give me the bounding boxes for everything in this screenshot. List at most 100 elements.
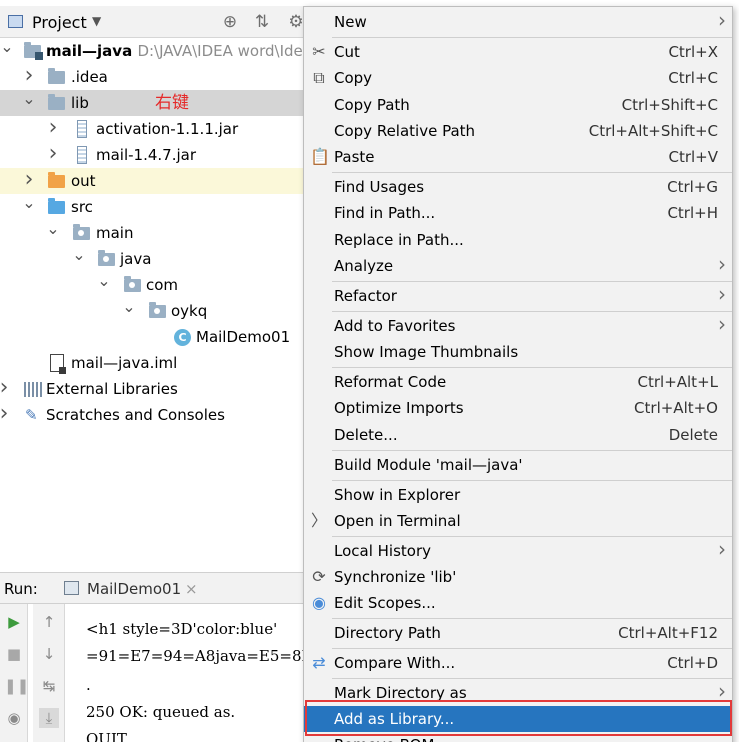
menu-item-copy-relative-path[interactable]: Copy Relative Path Ctrl+Alt+Shift+C — [304, 118, 732, 144]
menu-label: Reformat Code — [334, 373, 447, 391]
menu-shortcut: Ctrl+Alt+O — [634, 399, 718, 417]
tree-label-maildemo01: MailDemo01 — [196, 328, 291, 346]
folder-icon — [48, 68, 65, 84]
menu-item-show-image-thumbnails[interactable]: Show Image Thumbnails — [304, 339, 732, 365]
run-tab-maildemo01[interactable]: MailDemo01 × — [50, 573, 210, 604]
scissors-icon: ✂ — [312, 42, 326, 61]
menu-label: Show in Explorer — [334, 486, 461, 504]
run-label: Run: — [4, 580, 38, 598]
menu-item-new[interactable]: New › — [304, 8, 732, 35]
menu-item-copy-path[interactable]: Copy Path Ctrl+Shift+C — [304, 92, 732, 118]
arrow-up-icon[interactable]: ↑ — [39, 612, 59, 632]
menu-shortcut: Ctrl+D — [667, 654, 718, 672]
menu-item-find-usages[interactable]: Find Usages Ctrl+G — [304, 174, 732, 200]
menu-item-refactor[interactable]: Refactor › — [304, 282, 732, 309]
menu-shortcut: Delete — [668, 426, 718, 444]
menu-item-find-in-path[interactable]: Find in Path... Ctrl+H — [304, 200, 732, 226]
tree-row-maildemo01[interactable]: C MailDemo01 — [0, 324, 303, 350]
menu-item-directory-path[interactable]: Directory Path Ctrl+Alt+F12 — [304, 620, 732, 646]
chevron-down-icon[interactable] — [22, 86, 36, 112]
menu-label: Open in Terminal — [334, 512, 461, 530]
scroll-to-end-icon[interactable]: ⤓ — [39, 708, 59, 728]
menu-item-analyze[interactable]: Analyze › — [304, 252, 732, 279]
menu-label: Copy Path — [334, 96, 410, 114]
chevron-down-icon[interactable]: ▼ — [92, 14, 101, 28]
project-view-title[interactable]: Project — [32, 13, 87, 32]
menu-item-copy[interactable]: ⧉ Copy Ctrl+C — [304, 65, 732, 91]
tree-row-out[interactable]: out — [0, 168, 303, 194]
chevron-down-icon[interactable] — [0, 34, 14, 60]
console-line: . — [86, 676, 91, 694]
terminal-icon: 〉 — [310, 511, 327, 530]
menu-item-open-in-terminal[interactable]: 〉 Open in Terminal — [304, 508, 732, 534]
chevron-right-icon: › — [718, 252, 726, 276]
tree-label-com: com — [146, 276, 179, 294]
menu-item-replace-in-path[interactable]: Replace in Path... — [304, 227, 732, 253]
chevron-down-icon[interactable] — [46, 216, 60, 242]
menu-item-synchronize[interactable]: ⟳ Synchronize 'lib' — [304, 564, 732, 590]
tree-row-lib[interactable]: lib — [0, 90, 303, 116]
chevron-down-icon[interactable] — [97, 268, 111, 294]
chevron-down-icon[interactable] — [22, 190, 36, 216]
menu-item-local-history[interactable]: Local History › — [304, 537, 732, 564]
tree-row-idea[interactable]: .idea — [0, 64, 303, 90]
tree-label-src: src — [71, 198, 93, 216]
menu-item-reformat-code[interactable]: Reformat Code Ctrl+Alt+L — [304, 369, 732, 395]
tree-row-iml[interactable]: mail—java.iml — [0, 350, 303, 376]
chevron-down-icon[interactable] — [122, 294, 136, 320]
tree-row-mail-jar[interactable]: mail-1.4.7.jar — [0, 142, 303, 168]
tree-row-project-root[interactable]: mail—java D:\JAVA\IDEA word\Ide — [0, 38, 303, 64]
console-line: =91=E7=94=A8java=E5=8F=9 — [86, 647, 311, 665]
menu-label: Show Image Thumbnails — [334, 343, 519, 361]
menu-shortcut: Ctrl+Shift+C — [621, 96, 718, 114]
run-toolbar-primary: ▶ ■ ❚❚ ◉ — [0, 604, 29, 742]
module-folder-icon — [24, 42, 43, 60]
chevron-right-icon[interactable] — [0, 402, 11, 428]
tree-row-activation-jar[interactable]: activation-1.1.1.jar — [0, 116, 303, 142]
menu-shortcut: Ctrl+X — [668, 43, 718, 61]
stop-icon[interactable]: ■ — [4, 644, 24, 664]
camera-icon[interactable]: ◉ — [4, 708, 24, 728]
locate-target-icon[interactable]: ⊕ — [220, 12, 240, 32]
collapse-all-icon[interactable]: ⇅ — [252, 12, 272, 32]
tree-row-com[interactable]: com — [0, 272, 303, 298]
package-folder-icon — [124, 276, 141, 292]
menu-separator — [332, 367, 732, 368]
arrow-down-icon[interactable]: ↓ — [39, 644, 59, 664]
menu-item-edit-scopes[interactable]: ◉ Edit Scopes... — [304, 590, 732, 616]
chevron-right-icon[interactable] — [0, 376, 11, 402]
menu-label: Synchronize 'lib' — [334, 568, 457, 586]
menu-item-build-module[interactable]: Build Module 'mail—java' — [304, 452, 732, 478]
project-tool-window-header: Project ▼ ⊕ ⇅ ⚙ — [0, 6, 310, 38]
menu-label: Refactor — [334, 287, 397, 305]
scratches-icon: ✎ — [25, 406, 38, 424]
menu-item-optimize-imports[interactable]: Optimize Imports Ctrl+Alt+O — [304, 395, 732, 421]
chevron-right-icon: › — [718, 282, 726, 306]
console-line: 250 OK: queued as. — [86, 703, 236, 721]
menu-item-show-in-explorer[interactable]: Show in Explorer — [304, 482, 732, 508]
menu-label: Copy Relative Path — [334, 122, 476, 140]
menu-item-compare-with[interactable]: ⇄ Compare With... Ctrl+D — [304, 650, 732, 676]
menu-label: Copy — [334, 69, 373, 87]
menu-item-cut[interactable]: ✂ Cut Ctrl+X — [304, 39, 732, 65]
menu-item-add-to-favorites[interactable]: Add to Favorites › — [304, 312, 732, 339]
tree-row-scratches[interactable]: ✎ Scratches and Consoles — [0, 402, 303, 428]
tree-row-external-libraries[interactable]: External Libraries — [0, 376, 303, 402]
close-icon[interactable]: × — [185, 580, 198, 598]
chevron-right-icon[interactable] — [46, 116, 60, 142]
console-output[interactable]: <h1 style=3D'color:blue' =91=E7=94=A8jav… — [66, 604, 311, 742]
chevron-right-icon: › — [718, 8, 726, 32]
menu-label: Paste — [334, 148, 375, 166]
pause-icon[interactable]: ❚❚ — [4, 676, 29, 696]
tree-row-main[interactable]: main — [0, 220, 303, 246]
menu-separator — [332, 37, 732, 38]
chevron-right-icon[interactable] — [46, 142, 60, 168]
tree-row-oykq[interactable]: oykq — [0, 298, 303, 324]
tree-row-java[interactable]: java — [0, 246, 303, 272]
soft-wrap-icon[interactable]: ↹ — [39, 676, 59, 696]
menu-shortcut: Ctrl+G — [667, 178, 718, 196]
menu-item-delete[interactable]: Delete... Delete — [304, 422, 732, 448]
rerun-icon[interactable]: ▶ — [4, 612, 24, 632]
menu-item-paste[interactable]: 📋 Paste Ctrl+V — [304, 144, 732, 170]
chevron-down-icon[interactable] — [72, 242, 86, 268]
